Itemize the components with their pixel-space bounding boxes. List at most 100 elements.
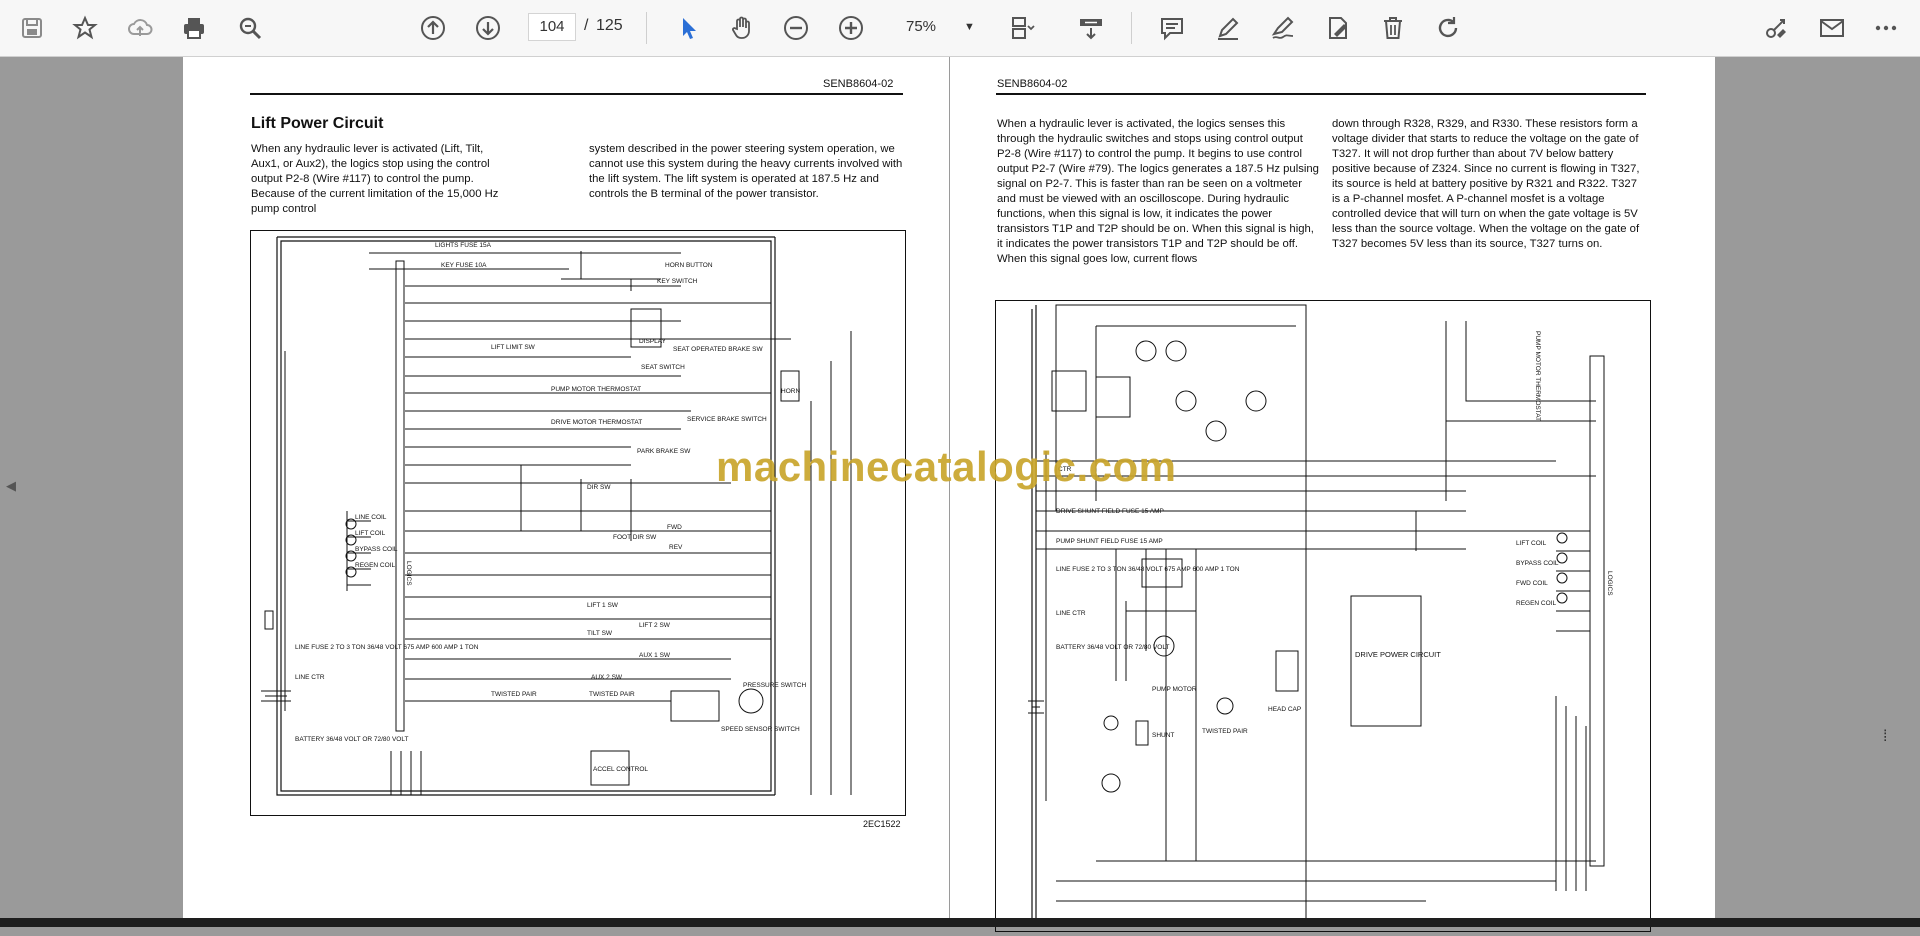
pump-power-circuit-diagram: CTR DRIVE SHUNT FIELD FUSE 15 AMP PUMP S… xyxy=(995,300,1651,932)
left-panel-toggle-icon[interactable]: ◀ xyxy=(6,478,16,494)
highlight-pen-icon[interactable] xyxy=(1208,8,1248,48)
label-foot-dir-sw: FOOT DIR SW xyxy=(613,534,657,541)
label-seat-operated-brake-sw: SEAT OPERATED BRAKE SW xyxy=(673,346,763,353)
label-key-fuse: KEY FUSE 10A xyxy=(441,262,487,269)
label-drive-motor-thermostat: DRIVE MOTOR THERMOSTAT xyxy=(551,419,642,426)
lift-power-circuit-diagram: LIGHTS FUSE 15A KEY FUSE 10A HORN BUTTON… xyxy=(250,230,906,816)
label-line-ctr: LINE CTR xyxy=(295,674,325,681)
bookmark-star-icon[interactable] xyxy=(65,8,105,48)
label-lights-fuse: LIGHTS FUSE 15A xyxy=(435,242,492,249)
label-lift-1-sw: LIFT 1 SW xyxy=(587,602,619,609)
zoom-out-icon[interactable] xyxy=(776,8,816,48)
email-icon[interactable] xyxy=(1812,8,1852,48)
label-display: DISPLAY xyxy=(639,338,667,345)
label-regen-coil: REGEN COIL xyxy=(355,562,395,569)
label-battery: BATTERY 36/48 VOLT OR 72/80 VOLT xyxy=(295,736,408,743)
print-icon[interactable] xyxy=(174,8,214,48)
bottom-strip xyxy=(0,918,1920,927)
label-head-cap: HEAD CAP xyxy=(1268,706,1301,713)
paragraph-col2: down through R328, R329, and R330. These… xyxy=(1332,118,1640,250)
fit-page-icon[interactable] xyxy=(1002,8,1042,48)
label-pump-shunt-field-fuse: PUMP SHUNT FIELD FUSE 15 AMP xyxy=(1056,538,1163,545)
label-drive-shunt-field-fuse: DRIVE SHUNT FIELD FUSE 15 AMP xyxy=(1056,508,1164,515)
label-regen-coil: REGEN COIL xyxy=(1516,600,1556,607)
label-logics: LOGICS xyxy=(1606,571,1613,596)
zoom-search-icon[interactable] xyxy=(230,8,270,48)
label-aux-2-sw: AUX 2 SW xyxy=(591,674,623,681)
paragraph-col1: When a hydraulic lever is activated, the… xyxy=(997,118,1319,265)
page-down-icon[interactable] xyxy=(468,8,508,48)
rotate-icon[interactable] xyxy=(1428,8,1468,48)
delete-icon[interactable] xyxy=(1373,8,1413,48)
label-battery: BATTERY 36/48 VOLT OR 72/80 VOLT xyxy=(1056,644,1169,651)
label-shunt: SHUNT xyxy=(1152,732,1174,739)
fill-sign-icon[interactable] xyxy=(1318,8,1358,48)
scrolling-mode-icon[interactable] xyxy=(1071,8,1111,48)
label-logics: LOGICS xyxy=(405,561,412,586)
label-tilt-sw: TILT SW xyxy=(587,630,613,637)
label-horn: HORN xyxy=(781,388,800,395)
toolbar-divider xyxy=(646,12,647,44)
label-twisted-pair: TWISTED PAIR xyxy=(1202,728,1248,735)
cloud-upload-icon[interactable] xyxy=(120,8,160,48)
zoom-level-select[interactable]: 75% ▼ xyxy=(892,13,982,41)
label-lift-limit-sw: LIFT LIMIT SW xyxy=(491,344,536,351)
label-lift-2-sw: LIFT 2 SW xyxy=(639,622,671,629)
label-rev: REV xyxy=(669,544,683,551)
label-pump-motor-thermostat: PUMP MOTOR THERMOSTAT xyxy=(1534,331,1541,421)
label-drive-power-circuit: DRIVE POWER CIRCUIT xyxy=(1355,650,1441,659)
label-horn-button: HORN BUTTON xyxy=(665,262,713,269)
label-twisted-pair-2: TWISTED PAIR xyxy=(589,691,635,698)
paragraph-col1: When any hydraulic lever is activated (L… xyxy=(251,143,499,215)
comment-icon[interactable] xyxy=(1152,8,1192,48)
toolbar-divider xyxy=(1131,12,1132,44)
select-cursor-icon[interactable] xyxy=(668,8,708,48)
zoom-value: 75% xyxy=(906,18,937,35)
doc-code: SENB8604-02 xyxy=(997,78,1068,90)
hand-pan-icon[interactable] xyxy=(722,8,762,48)
page-up-icon[interactable] xyxy=(413,8,453,48)
label-line-coil: LINE COIL xyxy=(355,514,387,521)
label-accel-control: ACCEL CONTROL xyxy=(593,766,648,773)
label-dir-sw: DIR SW xyxy=(587,484,611,491)
header-rule xyxy=(250,93,903,95)
label-lift-coil: LIFT COIL xyxy=(355,530,386,537)
zoom-in-icon[interactable] xyxy=(831,8,871,48)
save-icon[interactable] xyxy=(12,8,52,48)
more-icon[interactable] xyxy=(1866,8,1906,48)
label-seat-switch: SEAT SWITCH xyxy=(641,364,685,371)
label-lift-coil: LIFT COIL xyxy=(1516,540,1547,547)
pdf-page-left: SENB8604-02 Lift Power Circuit When any … xyxy=(183,57,949,927)
label-bypass-coil: BYPASS COIL xyxy=(355,546,398,553)
label-line-ctr: LINE CTR xyxy=(1056,610,1086,617)
sign-icon[interactable] xyxy=(1263,8,1303,48)
header-rule xyxy=(996,93,1646,95)
page-total: 125 xyxy=(596,17,623,34)
figure-id: 2EC1522 xyxy=(863,819,901,829)
label-pump-motor: PUMP MOTOR xyxy=(1152,686,1197,693)
label-pump-motor-thermostat: PUMP MOTOR THERMOSTAT xyxy=(551,386,641,393)
page-title: Lift Power Circuit xyxy=(251,115,384,132)
pdf-toolbar: 104 / 125 75% ▼ xyxy=(0,0,1920,57)
chevron-down-icon: ▼ xyxy=(964,21,975,33)
label-key-switch: KEY SWITCH xyxy=(657,278,698,285)
label-fwd: FWD xyxy=(667,524,682,531)
label-line-fuse: LINE FUSE 2 TO 3 TON 36/48 VOLT 675 AMP … xyxy=(1056,566,1240,573)
pdf-page-right: SENB8604-02 When a hydraulic lever is ac… xyxy=(950,57,1715,932)
share-link-icon[interactable] xyxy=(1756,8,1796,48)
page-separator: / xyxy=(584,17,589,34)
page-number-input[interactable]: 104 xyxy=(528,13,576,41)
label-line-fuse: LINE FUSE 2 TO 3 TON 36/48 VOLT 675 AMP … xyxy=(295,644,479,651)
vertical-scrollbar[interactable] xyxy=(1886,57,1920,927)
scrollbar-grip-icon[interactable]: ⁞ xyxy=(1883,728,1887,746)
doc-code: SENB8604-02 xyxy=(823,78,894,90)
label-pressure-switch: PRESSURE SWITCH xyxy=(743,682,807,689)
label-twisted-pair-1: TWISTED PAIR xyxy=(491,691,537,698)
label-park-brake-sw: PARK BRAKE SW xyxy=(637,448,691,455)
label-bypass-coil: BYPASS COIL xyxy=(1516,560,1559,567)
label-speed-sensor-switch: SPEED SENSOR SWITCH xyxy=(721,726,800,733)
label-aux-1-sw: AUX 1 SW xyxy=(639,652,671,659)
label-service-brake-switch: SERVICE BRAKE SWITCH xyxy=(687,416,767,423)
label-fwd-coil: FWD COIL xyxy=(1516,580,1548,587)
watermark-text: machinecatalogic.com xyxy=(716,443,1177,490)
